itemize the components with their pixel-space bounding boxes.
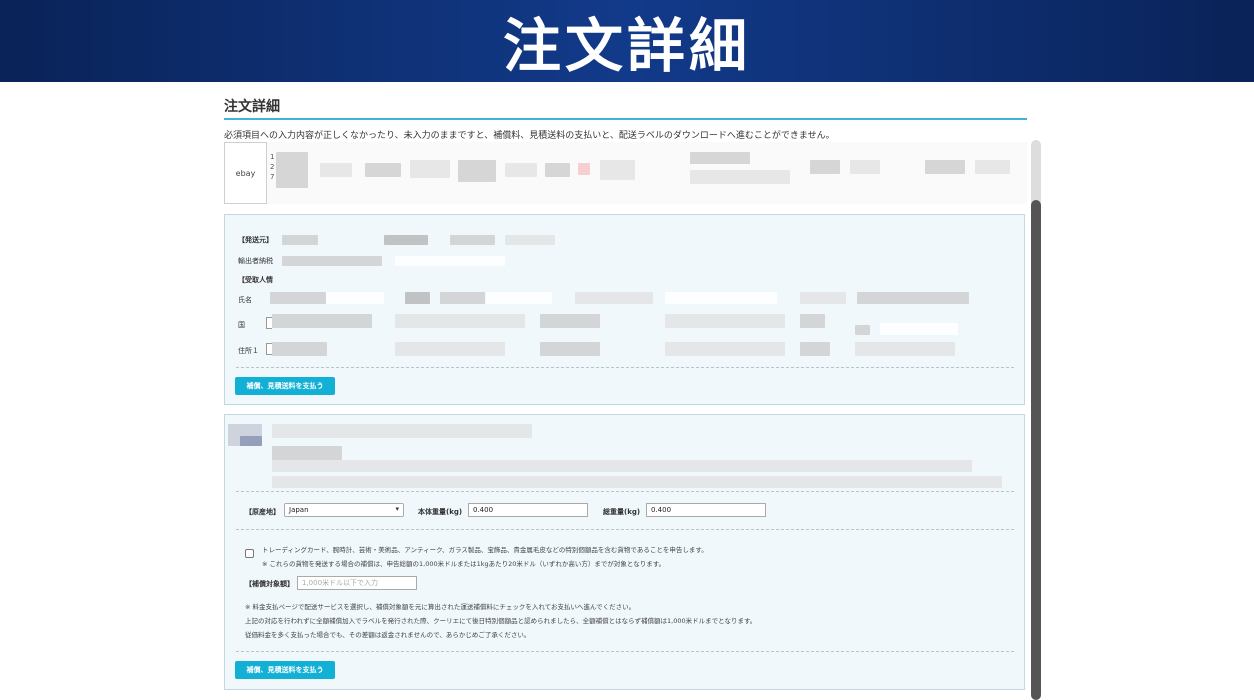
redacted-block (272, 424, 532, 438)
redacted-block (505, 235, 555, 245)
redacted-block (850, 160, 880, 174)
scrollbar-thumb[interactable] (1031, 200, 1041, 700)
redacted-block (440, 292, 485, 304)
redacted-block (578, 163, 590, 175)
origin-value: Japan (289, 506, 309, 514)
order-digit: 2 (270, 163, 275, 171)
banner-title: 注文詳細 (502, 12, 751, 80)
redacted-block (405, 292, 430, 304)
redacted-block (880, 323, 958, 335)
redacted-block (545, 163, 570, 177)
redacted-block (320, 163, 352, 177)
redacted-block (272, 342, 327, 356)
item-thumbnail (240, 436, 262, 446)
marketplace-badge: ebay (224, 142, 267, 204)
redacted-block (272, 314, 372, 328)
redacted-block (600, 160, 635, 180)
redacted-block (395, 314, 525, 328)
origin-label: 【原産地】 (245, 508, 280, 516)
insured-amount-input[interactable]: 1,000米ドル以下で入力 (297, 576, 417, 590)
sender-label: 【発送元】 (238, 236, 273, 244)
redacted-block (690, 170, 790, 184)
redacted-block (395, 256, 505, 266)
redacted-block (800, 292, 846, 304)
redacted-block (272, 446, 342, 460)
redacted-block (395, 342, 505, 356)
redacted-block (540, 314, 600, 328)
gross-weight-label: 総重量(kg) (603, 508, 641, 516)
redacted-block (800, 314, 825, 328)
section-divider (236, 651, 1014, 652)
redacted-block (458, 160, 496, 182)
redacted-block (384, 235, 428, 245)
redacted-block (857, 292, 969, 304)
redacted-block (810, 160, 840, 174)
payment-note: ※ 料金支払ページで配送サービスを選択し、補償対象額を元に算出された運送補償料に… (245, 603, 636, 611)
redacted-block (975, 160, 1010, 174)
order-digit: 1 (270, 153, 275, 161)
redacted-block (540, 342, 600, 356)
redacted-block (690, 152, 750, 164)
shipping-info-panel (224, 214, 1025, 405)
net-weight-input[interactable]: 0.400 (468, 503, 588, 517)
redacted-block (270, 292, 326, 304)
title-divider (224, 118, 1027, 120)
declaration-note: ※ これらの貨物を発送する場合の補償は、申告総額の1,000米ドルまたは1kgあ… (262, 560, 666, 568)
redacted-block (410, 160, 450, 178)
exporter-tax-label: 輸出者納税 (238, 257, 273, 265)
section-divider (236, 491, 1014, 492)
net-weight-label: 本体重量(kg) (418, 508, 463, 516)
redacted-block (925, 160, 965, 174)
redacted-block (326, 292, 384, 304)
redacted-block (272, 476, 1002, 488)
order-id-fragment: 1 2 7 (270, 152, 274, 182)
coverage-note: 上記の対応を行われずに全額補償加入でラベルを発行された際、クーリエにて後日特別個… (245, 617, 757, 625)
origin-select[interactable]: Japan ▾ (284, 503, 404, 517)
redacted-block (365, 163, 401, 177)
page-title: 注文詳細 (224, 99, 280, 115)
refund-note: 従価料金を多く支払った場合でも、その差額は返金されませんので、あらかじめご了承く… (245, 631, 531, 639)
special-valuables-checkbox[interactable] (245, 549, 254, 558)
banner: 注文詳細 (0, 0, 1254, 82)
redacted-block (855, 342, 955, 356)
redacted-block (272, 460, 972, 472)
address1-label: 住所１ (238, 347, 259, 355)
redacted-block (575, 292, 653, 304)
redacted-block (282, 256, 382, 266)
redacted-block (505, 163, 537, 177)
section-divider (236, 367, 1014, 368)
redacted-block (276, 152, 308, 188)
redacted-block (450, 235, 495, 245)
chevron-down-icon: ▾ (395, 505, 399, 513)
recipient-label: 【受取人情 (238, 276, 273, 284)
order-digit: 7 (270, 173, 275, 181)
section-divider (236, 529, 1014, 530)
redacted-block (486, 292, 552, 304)
insured-amount-label: 【補償対象額】 (245, 580, 294, 588)
name-label: 氏名 (238, 296, 252, 304)
gross-weight-input[interactable]: 0.400 (646, 503, 766, 517)
redacted-block (800, 342, 830, 356)
pay-compensation-button[interactable]: 補償、見積送料を支払う (235, 661, 335, 679)
pay-compensation-button[interactable]: 補償、見積送料を支払う (235, 377, 335, 395)
redacted-block (855, 325, 870, 335)
redacted-block (665, 342, 785, 356)
redacted-block (665, 314, 785, 328)
marketplace-label: ebay (235, 168, 256, 178)
redacted-block (282, 235, 318, 245)
country-label: 国 (238, 321, 245, 329)
required-notice: 必須項目への入力内容が正しくなかったり、未入力のままですと、補償料、見積送料の支… (224, 131, 835, 141)
redacted-block (665, 292, 777, 304)
declaration-text: トレーディングカード、腕時計、芸術・美術品、アンティーク、ガラス製品、宝飾品、貴… (262, 546, 708, 554)
